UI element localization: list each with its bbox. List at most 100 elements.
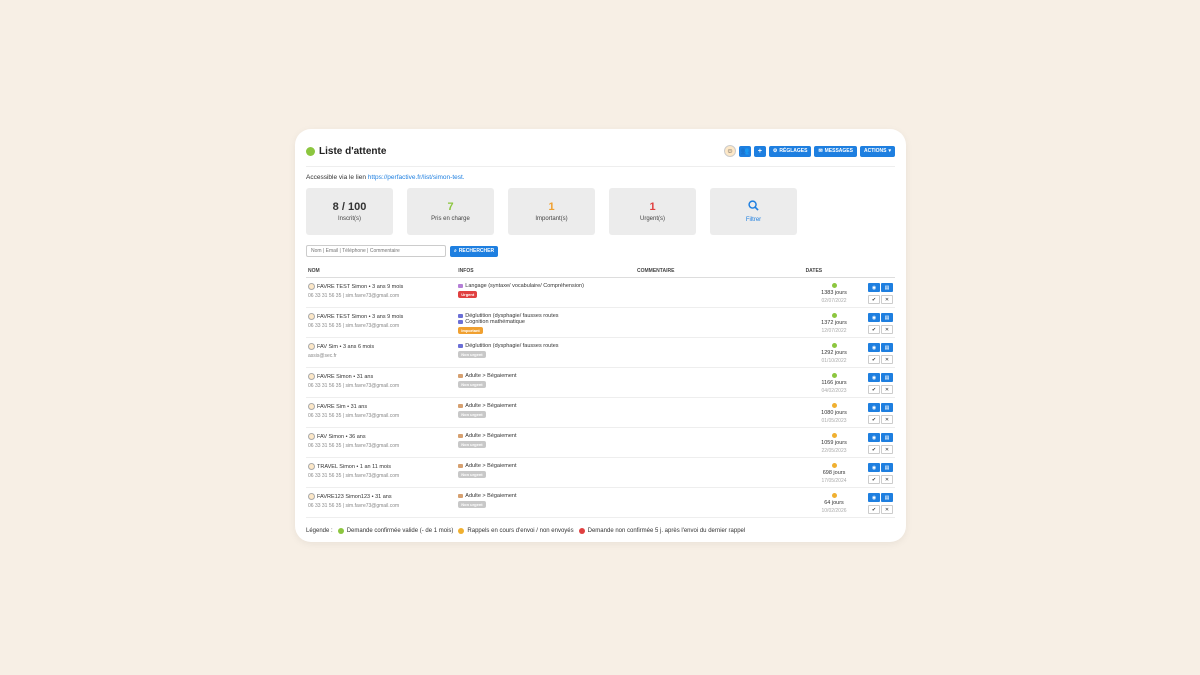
close-icon: ✕ <box>884 356 890 363</box>
actions-button[interactable]: ACTIONS ▾ <box>859 145 895 157</box>
accept-button[interactable]: ✔ <box>868 475 880 484</box>
file-button[interactable]: ▤ <box>881 493 893 502</box>
reject-button[interactable]: ✕ <box>881 355 893 364</box>
priority-badge: Non urgent <box>458 381 486 388</box>
search-button[interactable]: ⌕ RECHERCHER <box>450 245 499 257</box>
users-button[interactable]: 👥 <box>738 145 751 157</box>
priority-badge: Non urgent <box>458 441 486 448</box>
caret-down-icon: ▾ <box>888 148 891 154</box>
accept-button[interactable]: ✔ <box>868 325 880 334</box>
reject-button[interactable]: ✕ <box>881 505 893 514</box>
close-icon: ✕ <box>884 506 890 513</box>
status-dot <box>831 283 837 288</box>
close-icon: ✕ <box>884 296 890 303</box>
patient-name[interactable]: FAVRE123 Simon123 • 31 ans <box>308 493 454 500</box>
accept-button[interactable]: ✔ <box>868 415 880 424</box>
reject-button[interactable]: ✕ <box>881 325 893 334</box>
table-row: FAVRE TEST Simon • 3 ans 9 mois 06 33 31… <box>306 307 895 338</box>
request-date: 17/05/2024 <box>821 478 847 484</box>
add-button[interactable]: + <box>753 145 766 157</box>
patient-name[interactable]: FAV Simon • 36 ans <box>308 433 454 440</box>
settings-button[interactable]: ⚙ RÉGLAGES <box>768 145 812 157</box>
eye-icon: ◉ <box>871 314 877 321</box>
stat-label: Important(s) <box>535 216 568 222</box>
stat-value: 7 <box>447 201 454 213</box>
file-icon: ▤ <box>884 404 890 411</box>
file-button[interactable]: ▤ <box>881 373 893 382</box>
check-icon: ✔ <box>871 296 877 303</box>
avatar <box>308 493 315 500</box>
view-button[interactable]: ◉ <box>868 343 880 352</box>
file-button[interactable]: ▤ <box>881 433 893 442</box>
days-count: 1372 jours <box>821 320 847 326</box>
file-button[interactable]: ▤ <box>881 343 893 352</box>
col-name: NOM <box>306 267 457 278</box>
access-line: Accessible via le lien https://perfactiv… <box>306 174 465 181</box>
search-icon <box>748 200 759 214</box>
stat-value: 1 <box>649 201 656 213</box>
priority-badge: Non urgent <box>458 471 486 478</box>
col-dates: DATES <box>803 267 865 278</box>
public-link[interactable]: https://perfactive.fr/list/simon-test. <box>368 174 465 181</box>
patient-name[interactable]: FAV Sim • 3 ans 6 mois <box>308 343 454 350</box>
status-dot <box>831 373 837 378</box>
patient-name[interactable]: FAVRE TEST Simon • 3 ans 9 mois <box>308 313 454 320</box>
user-avatar[interactable]: ☺ <box>723 145 736 157</box>
priority-badge: Non urgent <box>458 411 486 418</box>
file-button[interactable]: ▤ <box>881 313 893 322</box>
stat-card[interactable]: 8 / 100 Inscrit(s) <box>306 188 393 235</box>
view-button[interactable]: ◉ <box>868 403 880 412</box>
tag-icon <box>458 314 464 318</box>
accept-button[interactable]: ✔ <box>868 355 880 364</box>
request-date: 12/07/2022 <box>821 328 847 334</box>
reject-button[interactable]: ✕ <box>881 295 893 304</box>
info-line: Adulte > Bégaiement <box>458 463 633 469</box>
reject-button[interactable]: ✕ <box>881 385 893 394</box>
file-button[interactable]: ▤ <box>881 463 893 472</box>
col-infos: INFOS <box>456 267 635 278</box>
patient-name[interactable]: FAVRE Sim • 31 ans <box>308 403 454 410</box>
view-button[interactable]: ◉ <box>868 463 880 472</box>
view-button[interactable]: ◉ <box>868 313 880 322</box>
stat-card[interactable]: 7 Pris en charge <box>407 188 494 235</box>
eye-icon: ◉ <box>871 284 877 291</box>
patient-name[interactable]: FAVRE Simon • 31 ans <box>308 373 454 380</box>
view-button[interactable]: ◉ <box>868 493 880 502</box>
accept-button[interactable]: ✔ <box>868 505 880 514</box>
avatar <box>308 403 315 410</box>
reject-button[interactable]: ✕ <box>881 415 893 424</box>
search-input[interactable] <box>306 245 446 257</box>
file-button[interactable]: ▤ <box>881 403 893 412</box>
patient-contact: 06 33 31 56 35 | sim.favre73@gmail.com <box>308 323 400 329</box>
avatar <box>308 343 315 350</box>
tag-icon <box>458 320 464 324</box>
check-icon: ✔ <box>871 416 877 423</box>
patient-name[interactable]: TRAVEL Simon • 1 an 11 mois <box>308 463 454 470</box>
accept-button[interactable]: ✔ <box>868 445 880 454</box>
patient-name[interactable]: FAVRE TEST Simon • 3 ans 9 mois <box>308 283 454 290</box>
view-button[interactable]: ◉ <box>868 283 880 292</box>
stat-card[interactable]: 1 Urgent(s) <box>609 188 696 235</box>
reject-button[interactable]: ✕ <box>881 475 893 484</box>
view-button[interactable]: ◉ <box>868 433 880 442</box>
patient-contact: assis@sec.fr <box>308 353 337 359</box>
search-row: ⌕RECHERCHER <box>306 245 895 257</box>
eye-icon: ◉ <box>871 404 877 411</box>
filter-card[interactable]: Filtrer <box>710 188 797 235</box>
priority-badge: Urgent <box>458 291 478 298</box>
reject-button[interactable]: ✕ <box>881 445 893 454</box>
view-button[interactable]: ◉ <box>868 373 880 382</box>
comment-cell <box>635 397 804 428</box>
table-row: FAVRE Sim • 31 ans 06 33 31 56 35 | sim.… <box>306 397 895 428</box>
legend-text: Demande confirmée valide (- de 1 mois) <box>346 528 454 534</box>
stat-card[interactable]: 1 Important(s) <box>508 188 595 235</box>
file-button[interactable]: ▤ <box>881 283 893 292</box>
comment-cell <box>635 427 804 458</box>
comment-cell <box>635 367 804 398</box>
stat-value: 1 <box>548 201 555 213</box>
accept-button[interactable]: ✔ <box>868 295 880 304</box>
eye-icon: ◉ <box>871 344 877 351</box>
request-date: 10/02/2026 <box>821 508 847 514</box>
messages-button[interactable]: ✉ MESSAGES <box>814 145 857 157</box>
accept-button[interactable]: ✔ <box>868 385 880 394</box>
